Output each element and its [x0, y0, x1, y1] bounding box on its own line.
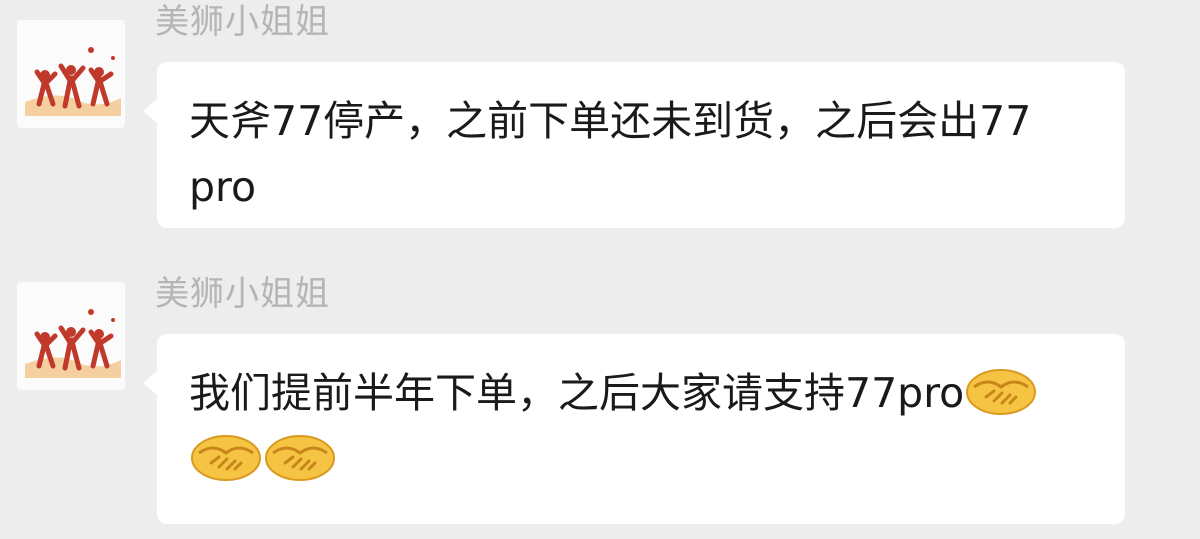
- message-text-line: 天斧77停产，之前下单还未到货，之后会出77: [189, 97, 1032, 145]
- sender-name: 美狮小姐姐: [155, 274, 330, 314]
- handshake-emoji-icon: [263, 429, 337, 487]
- message-bubble[interactable]: 我们提前半年下单，之后大家请支持77pro: [143, 334, 1125, 524]
- emoji-line: [189, 426, 1091, 492]
- handshake-emoji-icon: [189, 429, 263, 487]
- message-text: 我们提前半年下单，之后大家请支持77pro: [189, 369, 965, 417]
- avatar-figures-icon: [17, 20, 125, 128]
- bubble-tail: [143, 370, 158, 396]
- message-text-line: pro: [189, 163, 257, 211]
- avatar-figures-icon: [17, 282, 125, 390]
- message-text-line: 我们提前半年下单，之后大家请支持77pro: [189, 360, 1091, 426]
- sender-avatar[interactable]: [17, 282, 125, 390]
- sender-name: 美狮小姐姐: [155, 2, 330, 42]
- handshake-emoji-icon: [964, 363, 1038, 421]
- message-bubble[interactable]: 天斧77停产，之前下单还未到货，之后会出77 pro: [143, 62, 1125, 228]
- bubble-tail: [143, 98, 158, 124]
- sender-avatar[interactable]: [17, 20, 125, 128]
